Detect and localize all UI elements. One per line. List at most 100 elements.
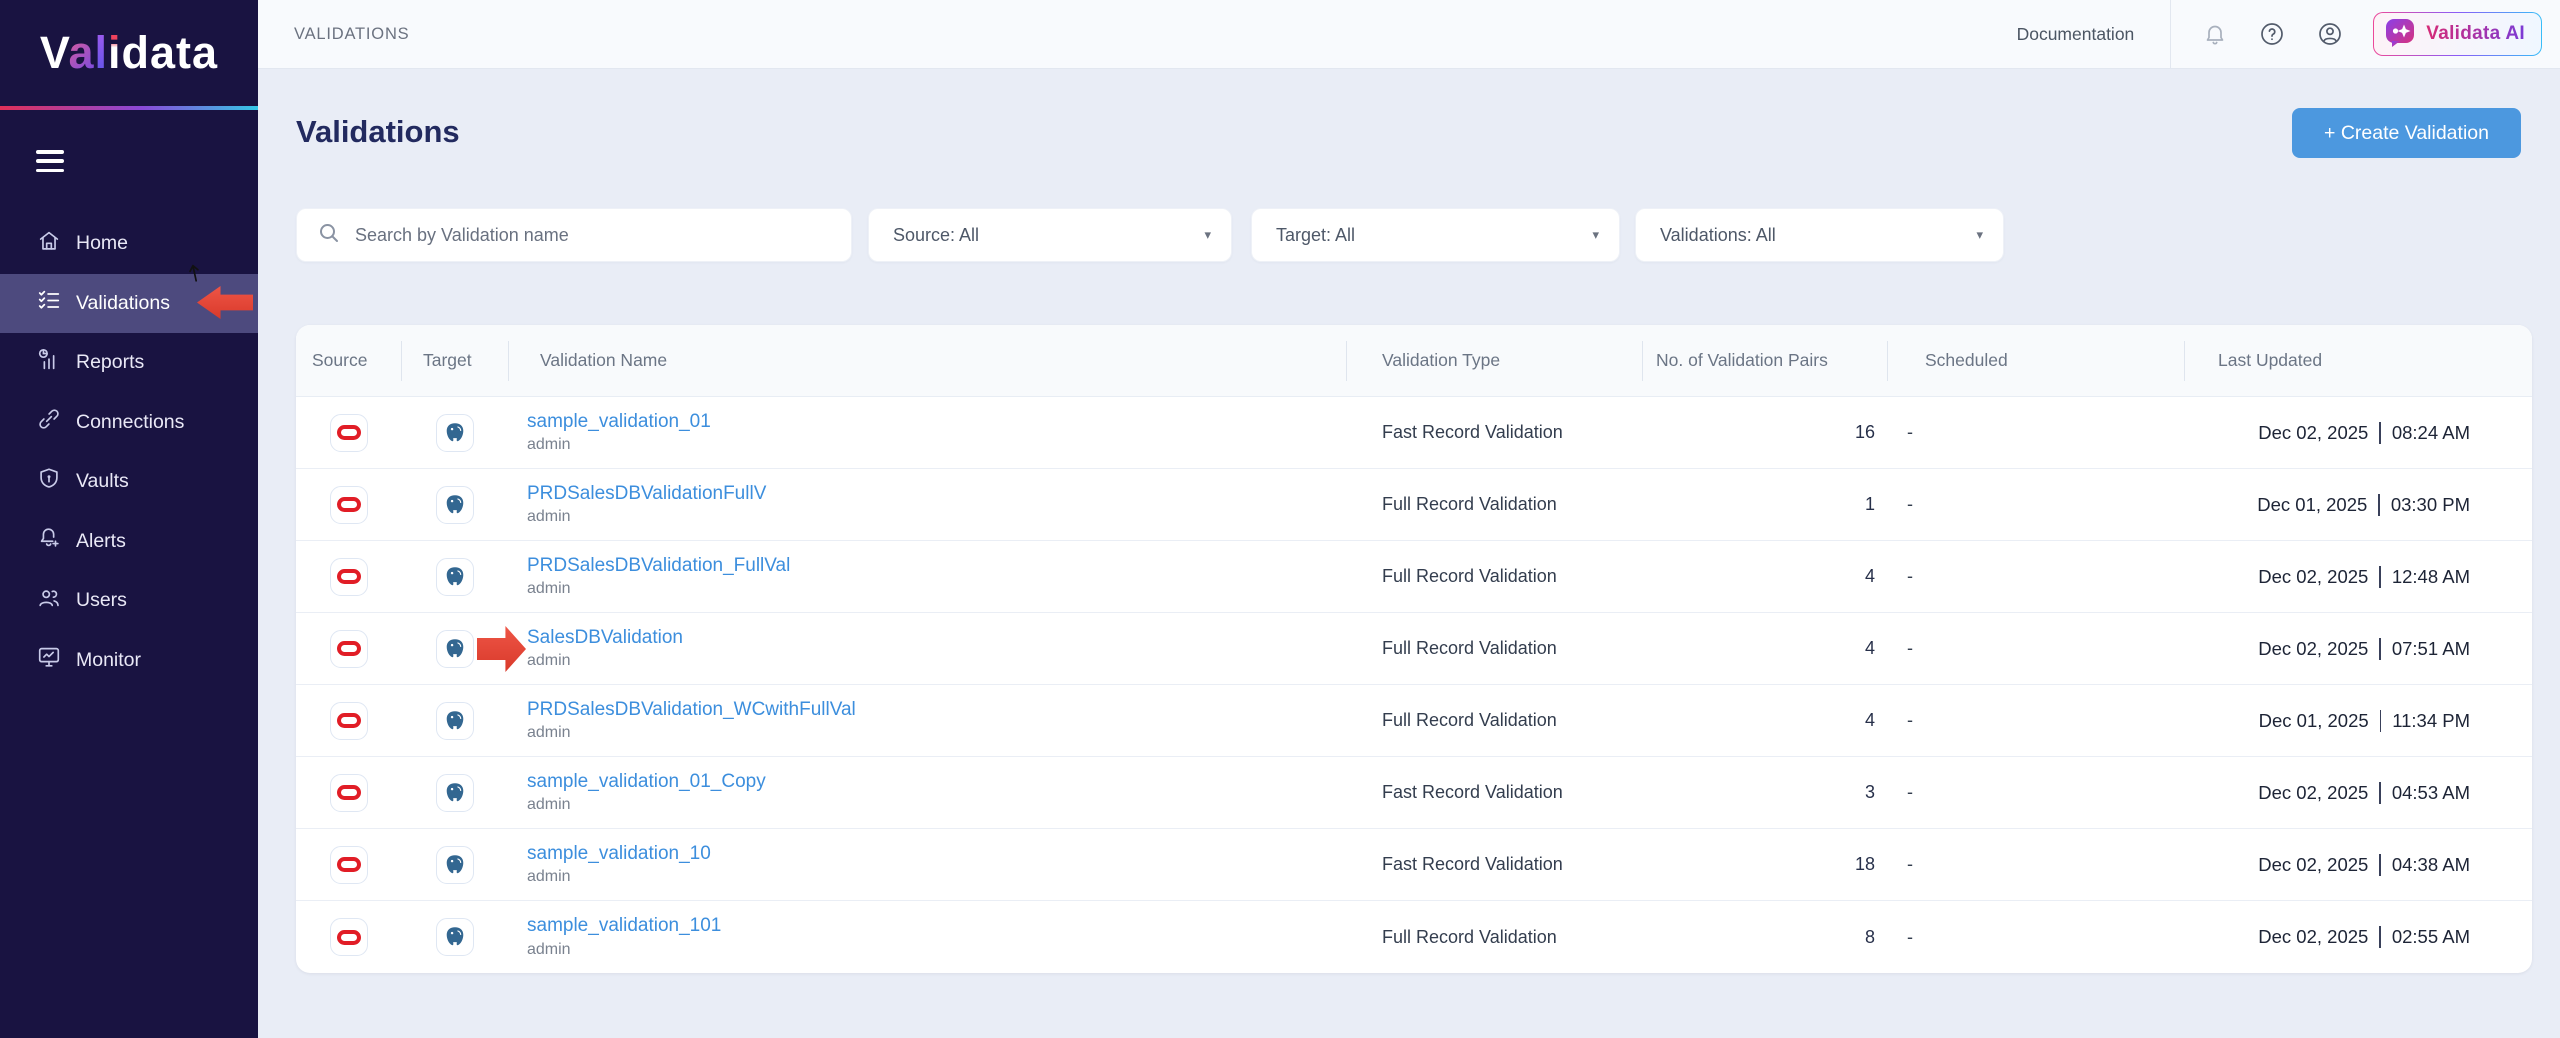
table-row: PRDSalesDBValidation_WCwithFullVal admin…: [296, 685, 2532, 757]
date-time-separator: [2379, 638, 2381, 660]
validata-logo-text: Validata: [40, 27, 218, 79]
search-box: [296, 208, 852, 262]
oracle-icon: [330, 774, 368, 812]
table-row: PRDSalesDBValidation_FullVal admin Full …: [296, 541, 2532, 613]
sidebar-item-label: Users: [76, 589, 127, 612]
page-title: Validations: [296, 114, 460, 150]
sidebar: Validata Home Validations Reports Connec…: [0, 0, 258, 1038]
chevron-down-icon: ▾: [1592, 227, 1599, 243]
column-header-scheduled[interactable]: Scheduled: [1887, 350, 2184, 371]
account-icon[interactable]: [2317, 21, 2343, 47]
table-row: PRDSalesDBValidationFullV admin Full Rec…: [296, 469, 2532, 541]
source-filter-label: Source: All: [893, 225, 979, 246]
sidebar-item-label: Home: [76, 232, 128, 255]
scheduled-value: -: [1907, 854, 1913, 875]
header-divider: [401, 341, 402, 381]
table-header: Source Target Validation Name Validation…: [296, 325, 2532, 397]
target-cell: [401, 846, 508, 884]
column-header-validation-name[interactable]: Validation Name: [508, 350, 1346, 371]
source-cell: [296, 918, 401, 956]
header-divider: [1642, 341, 1643, 381]
column-header-validation-type[interactable]: Validation Type: [1346, 350, 1642, 371]
validations-table: Source Target Validation Name Validation…: [296, 325, 2532, 973]
validation-name-link[interactable]: sample_validation_101: [527, 915, 721, 938]
table-row: SalesDBValidation admin Full Record Vali…: [296, 613, 2532, 685]
sidebar-item-monitor[interactable]: Monitor: [0, 631, 258, 691]
column-header-source[interactable]: Source: [296, 350, 401, 371]
postgresql-icon: [436, 630, 474, 668]
pairs-count-value: 4: [1865, 566, 1875, 587]
sidebar-item-label: Validations: [76, 292, 170, 315]
target-filter-dropdown[interactable]: Target: All ▾: [1251, 208, 1620, 262]
pairs-count-value: 16: [1855, 422, 1875, 443]
notifications-bell-icon[interactable]: [2203, 22, 2227, 46]
owner-label: admin: [527, 724, 571, 742]
sidebar-item-home[interactable]: Home: [0, 214, 258, 274]
scheduled-value: -: [1907, 638, 1913, 659]
last-updated-value: Dec 02, 202502:55 AM: [2258, 926, 2470, 948]
users-icon: [36, 585, 62, 617]
validations-filter-dropdown[interactable]: Validations: All ▾: [1635, 208, 2004, 262]
last-updated-value: Dec 02, 202504:38 AM: [2258, 854, 2470, 876]
scheduled-value: -: [1907, 710, 1913, 731]
target-cell: [401, 558, 508, 596]
validation-name-link[interactable]: PRDSalesDBValidation_FullVal: [527, 555, 790, 578]
name-cell: PRDSalesDBValidationFullV admin: [508, 483, 1346, 527]
search-input[interactable]: [355, 225, 831, 246]
validation-type-value: Full Record Validation: [1382, 566, 1557, 587]
column-header-target[interactable]: Target: [401, 350, 508, 371]
scheduled-value: -: [1907, 566, 1913, 587]
source-filter-dropdown[interactable]: Source: All ▾: [868, 208, 1232, 262]
owner-label: admin: [527, 868, 571, 886]
owner-label: admin: [527, 941, 571, 959]
target-cell: [401, 414, 508, 452]
last-updated-value: Dec 01, 202511:34 PM: [2259, 710, 2470, 732]
source-cell: [296, 846, 401, 884]
help-icon[interactable]: [2259, 21, 2285, 47]
last-updated-value: Dec 02, 202504:53 AM: [2258, 782, 2470, 804]
pairs-count-value: 8: [1865, 927, 1875, 948]
validation-type-value: Fast Record Validation: [1382, 854, 1563, 875]
oracle-icon: [330, 486, 368, 524]
name-cell: sample_validation_101 admin: [508, 915, 1346, 959]
pairs-count-value: 4: [1865, 710, 1875, 731]
breadcrumb: VALIDATIONS: [294, 25, 409, 44]
pairs-count-value: 3: [1865, 782, 1875, 803]
sidebar-item-reports[interactable]: Reports: [0, 333, 258, 393]
date-time-separator: [2379, 926, 2381, 948]
validation-name-link[interactable]: sample_validation_01_Copy: [527, 771, 766, 794]
postgresql-icon: [436, 774, 474, 812]
sidebar-item-alerts[interactable]: Alerts: [0, 512, 258, 572]
hamburger-menu-icon[interactable]: [36, 150, 64, 172]
report-chart-icon: [36, 347, 62, 379]
sidebar-item-label: Connections: [76, 411, 184, 434]
scheduled-value: -: [1907, 927, 1913, 948]
column-header-last-updated[interactable]: Last Updated: [2184, 350, 2532, 371]
sidebar-item-connections[interactable]: Connections: [0, 393, 258, 453]
create-validation-button[interactable]: + Create Validation: [2292, 108, 2521, 158]
validation-type-value: Full Record Validation: [1382, 494, 1557, 515]
oracle-icon: [330, 630, 368, 668]
column-header-pairs[interactable]: No. of Validation Pairs: [1642, 350, 1887, 371]
last-updated-value: Dec 02, 202507:51 AM: [2258, 638, 2470, 660]
validation-name-link[interactable]: sample_validation_10: [527, 843, 711, 866]
postgresql-icon: [436, 918, 474, 956]
table-row: sample_validation_01 admin Fast Record V…: [296, 397, 2532, 469]
date-time-separator: [2378, 494, 2380, 516]
name-cell: PRDSalesDBValidation_FullVal admin: [508, 555, 1346, 599]
owner-label: admin: [527, 580, 571, 598]
validata-ai-button[interactable]: Validata AI: [2373, 12, 2542, 56]
validation-type-value: Fast Record Validation: [1382, 782, 1563, 803]
validation-name-link[interactable]: SalesDBValidation: [527, 627, 683, 650]
validation-name-link[interactable]: PRDSalesDBValidationFullV: [527, 483, 766, 506]
sidebar-item-users[interactable]: Users: [0, 571, 258, 631]
sidebar-item-vaults[interactable]: Vaults: [0, 452, 258, 512]
validation-name-link[interactable]: PRDSalesDBValidation_WCwithFullVal: [527, 699, 856, 722]
plug-icon: [36, 406, 62, 438]
validation-name-link[interactable]: sample_validation_01: [527, 411, 711, 434]
validation-type-value: Fast Record Validation: [1382, 422, 1563, 443]
last-updated-value: Dec 02, 202512:48 AM: [2258, 566, 2470, 588]
documentation-link[interactable]: Documentation: [2017, 24, 2135, 45]
pairs-count-value: 4: [1865, 638, 1875, 659]
source-cell: [296, 702, 401, 740]
